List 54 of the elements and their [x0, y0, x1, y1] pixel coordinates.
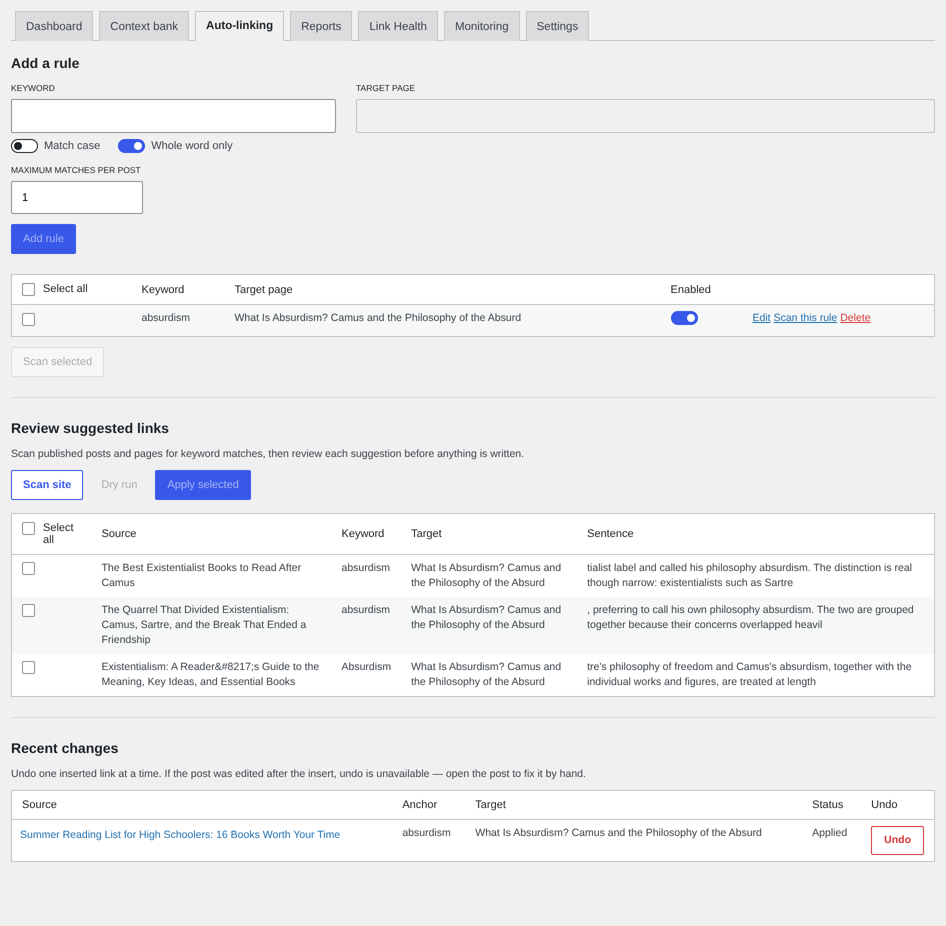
table-cell: What Is Absurdism? Camus and the Philosophy of the Absurd [401, 597, 578, 654]
section-heading: Recent changes [11, 740, 120, 756]
field-label: TARGET PAGE [356, 83, 416, 93]
max-matches-field[interactable]: 1 [11, 181, 143, 214]
delete-link[interactable]: Delete [840, 312, 871, 324]
action-link[interactable]: Edit [752, 312, 771, 324]
section-description: Undo one inserted link at a time. If the post was edited after the insert, undo is unavailable — open the post to fix it by hand. [11, 768, 587, 780]
action-link[interactable]: Scan this rule [774, 312, 838, 324]
table-cell: absurdism [332, 597, 402, 654]
toggle-switch[interactable] [11, 139, 38, 153]
tab[interactable]: Context bank [99, 11, 190, 41]
tab[interactable]: Settings [526, 11, 590, 41]
table-cell: The Quarrel That Divided Existentialism: Camus, Sartre, and the Break That Ended a Friendship [92, 597, 332, 654]
target-page-field[interactable] [356, 99, 935, 133]
keyword-field[interactable] [11, 99, 336, 133]
section-description: Scan published posts and pages for keyword matches, then review each suggestion before anything is written. [11, 448, 526, 460]
table-cell: tialist label and called his philosophy absurdism. The distinction is real though narrow: existentialists such as Sartre [577, 554, 934, 597]
table-cell: tre's philosophy of freedom and Camus's absurdism, together with the individual works and figures, are treated at length [577, 654, 934, 696]
table-cell: What Is Absurdism? Camus and the Philosophy of the Absurd [465, 820, 802, 862]
section-heading: Add a rule [11, 55, 80, 71]
undo-button[interactable]: Undo [871, 826, 924, 855]
table-cell: Existentialism: A Reader&#8217;s Guide to the Meaning, Key Ideas, and Essential Books [92, 654, 332, 696]
checkbox[interactable] [22, 312, 35, 326]
field-label: MAXIMUM MATCHES PER POST [11, 165, 142, 175]
select-all-label: Select all [43, 522, 75, 546]
table-cell: , preferring to call his own philosophy absurdism. The two are grouped together because their concerns overlapped heavil [577, 597, 934, 654]
table-cell: What Is Absurdism? Camus and the Philosophy of the Absurd [401, 554, 578, 597]
tab[interactable]: Monitoring [444, 11, 520, 41]
toggle-label: Whole word only [151, 140, 233, 152]
enabled-switch[interactable] [670, 311, 698, 325]
table-cell: absurdism [392, 820, 466, 862]
table-cell: What Is Absurdism? Camus and the Philosophy of the Absurd [401, 654, 578, 696]
table-cell: The Best Existentialist Books to Read After Camus [92, 554, 332, 597]
select-all-label: Select all [43, 283, 88, 295]
source-link[interactable]: Summer Reading List for High Schoolers: 16 Books Worth Your Time [20, 829, 340, 841]
table-cell: absurdism [332, 554, 402, 597]
table-cell: absurdism [132, 304, 224, 336]
tab[interactable]: Auto-linking [195, 11, 284, 41]
field-label: KEYWORD [11, 83, 56, 93]
toggle-switch[interactable] [118, 139, 146, 153]
tab[interactable]: Reports [290, 11, 352, 41]
section-heading: Review suggested links [11, 420, 170, 436]
action-button[interactable]: Scan site [11, 470, 84, 500]
table-cell: What Is Absurdism? Camus and the Philosophy of the Absurd [224, 304, 660, 336]
checkbox[interactable] [22, 283, 35, 296]
checkbox[interactable] [22, 522, 35, 535]
checkbox[interactable] [22, 660, 35, 674]
tab[interactable]: Link Health [358, 11, 438, 41]
checkbox[interactable] [22, 562, 35, 575]
checkbox[interactable] [22, 604, 35, 617]
tab[interactable]: Dashboard [15, 11, 94, 41]
toggle-label: Match case [44, 140, 100, 152]
table-cell: Applied [802, 820, 862, 862]
table-cell: Absurdism [332, 654, 402, 696]
